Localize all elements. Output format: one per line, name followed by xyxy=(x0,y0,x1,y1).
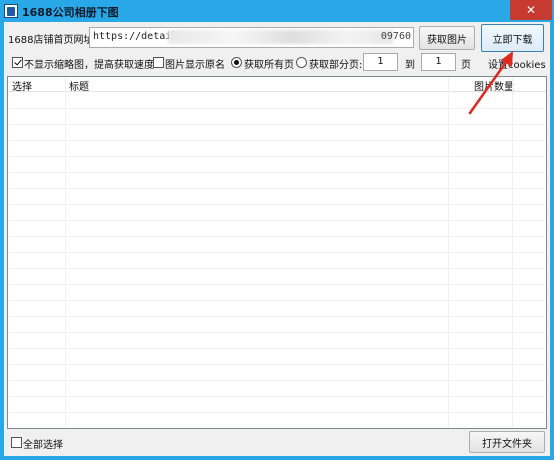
fetch-all-pages-label: 获取所有页 xyxy=(244,60,294,71)
row-separator xyxy=(8,284,546,285)
hide-thumbnails-checkbox[interactable] xyxy=(12,57,23,68)
row-separator xyxy=(8,220,546,221)
fetch-images-button[interactable]: 获取图片 xyxy=(419,26,475,50)
row-separator xyxy=(8,332,546,333)
window-title: 1688公司相册下图 xyxy=(22,6,119,19)
download-now-button[interactable]: 立即下载 xyxy=(481,24,544,52)
url-label: 1688店铺首页网址: xyxy=(8,35,97,46)
column-select[interactable]: 选择 xyxy=(12,78,32,93)
page-to-input[interactable]: 1 xyxy=(421,53,456,71)
select-all-checkbox[interactable] xyxy=(11,437,22,448)
fetch-all-pages-radio[interactable] xyxy=(231,57,242,68)
row-separator xyxy=(8,204,546,205)
redacted-url-segment xyxy=(168,30,393,44)
hide-thumbnails-label: 不显示缩略图，提高获取速度 xyxy=(24,60,154,71)
row-separator xyxy=(8,364,546,365)
row-separator xyxy=(8,268,546,269)
row-separator xyxy=(8,124,546,125)
list-header: 选择 标题 图片数量 xyxy=(8,77,546,93)
row-separator xyxy=(8,396,546,397)
column-image-count[interactable]: 图片数量 xyxy=(474,78,514,93)
fetch-partial-pages-label: 获取部分页: xyxy=(309,60,363,71)
row-separator xyxy=(8,380,546,381)
column-divider xyxy=(512,77,513,428)
row-separator xyxy=(8,156,546,157)
album-list[interactable]: 选择 标题 图片数量 xyxy=(7,76,547,429)
row-separator xyxy=(8,188,546,189)
to-label: 到 xyxy=(405,60,415,71)
row-separator xyxy=(8,172,546,173)
row-separator xyxy=(8,348,546,349)
column-divider xyxy=(448,77,449,428)
column-title[interactable]: 标题 xyxy=(69,78,89,93)
url-tail-text: 09760 xyxy=(380,31,411,42)
main-panel: 1688店铺首页网址: https://detail. 09760 获取图片 立… xyxy=(4,22,550,456)
show-original-name-checkbox[interactable] xyxy=(153,57,164,68)
column-divider xyxy=(65,77,66,428)
set-cookies-link[interactable]: 设置cookies xyxy=(488,56,546,71)
title-bar[interactable]: 1688公司相册下图 ✕ xyxy=(0,0,554,22)
row-separator xyxy=(8,316,546,317)
select-all-label: 全部选择 xyxy=(23,440,63,451)
fetch-partial-pages-radio[interactable] xyxy=(296,57,307,68)
show-original-name-label: 图片显示原名 xyxy=(165,60,225,71)
page-unit-label: 页 xyxy=(461,60,471,71)
row-separator xyxy=(8,252,546,253)
row-separator xyxy=(8,412,546,413)
row-separator xyxy=(8,236,546,237)
shop-url-input[interactable]: https://detail. 09760 xyxy=(89,27,414,48)
page-from-input[interactable]: 1 xyxy=(363,53,398,71)
open-folder-button[interactable]: 打开文件夹 xyxy=(469,431,545,453)
row-separator xyxy=(8,300,546,301)
row-separator xyxy=(8,108,546,109)
close-button[interactable]: ✕ xyxy=(510,0,552,20)
row-separator xyxy=(8,140,546,141)
app-window: 1688公司相册下图 ✕ 1688店铺首页网址: https://detail.… xyxy=(0,0,554,460)
app-icon xyxy=(4,4,18,18)
